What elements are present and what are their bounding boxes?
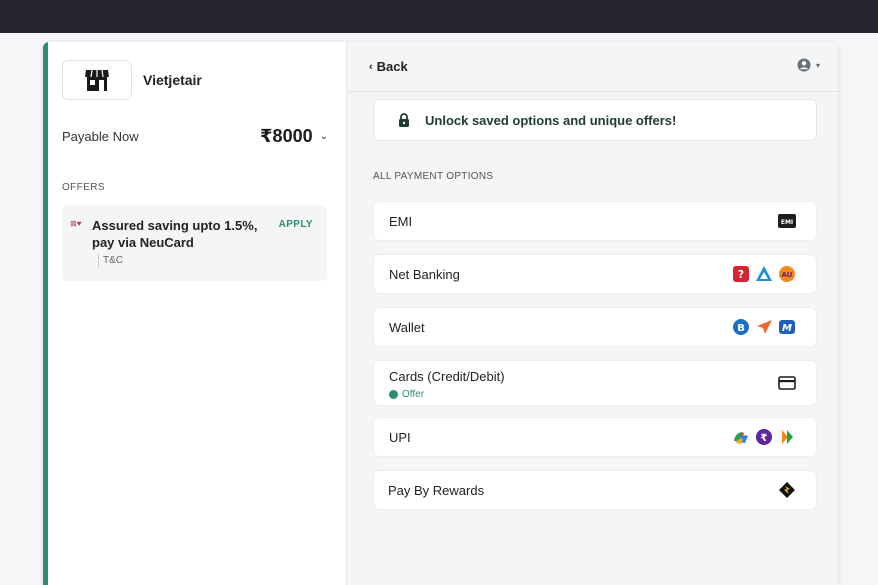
offer-dot-icon (389, 390, 398, 399)
option-icons (778, 481, 796, 499)
payable-amount[interactable]: ₹8000 ⌄ (260, 126, 328, 147)
offer-terms-link[interactable]: T&C (98, 254, 123, 268)
option-icons: EMI (778, 214, 796, 228)
chevron-down-icon: ▾ (815, 60, 820, 70)
wallet-arrow-icon (757, 320, 772, 334)
unlock-offers-banner[interactable]: Unlock saved options and unique offers! (373, 99, 817, 141)
offer-text: Assured saving upto 1.5%, pay via NeuCar… (92, 218, 258, 250)
upi-bhim-icon (782, 430, 793, 444)
user-circle-icon (797, 58, 811, 72)
svg-text:₹: ₹ (761, 433, 768, 444)
offer-card: ⊠♥ Assured saving upto 1.5%, pay via Neu… (62, 205, 327, 281)
option-label: Cards (Credit/Debit) (389, 369, 505, 384)
option-label: UPI (389, 430, 411, 445)
back-label: Back (376, 59, 408, 74)
chevron-down-icon[interactable]: ⌄ (320, 131, 328, 142)
storefront-icon (62, 60, 132, 100)
chevron-left-icon: ‹ (369, 60, 373, 73)
svg-text:AU: AU (782, 271, 793, 279)
upi-phonepe-icon: ₹ (756, 429, 772, 445)
payable-row[interactable]: Payable Now ₹8000 ⌄ (62, 126, 328, 147)
emi-icon: EMI (778, 214, 796, 228)
option-label: Net Banking (389, 267, 460, 282)
payment-option-rewards[interactable]: Pay By Rewards (373, 470, 817, 510)
back-button[interactable]: ‹ Back (369, 59, 408, 74)
option-label: Pay By Rewards (388, 483, 485, 498)
offer-tag-icon: ⊠♥ (70, 219, 82, 228)
payment-option-net-banking[interactable]: Net Banking ? AU (373, 254, 817, 294)
payment-options-panel: ‹ Back ▾ Unlock saved options and unique… (347, 42, 838, 585)
apply-offer-button[interactable]: APPLY (279, 219, 313, 230)
svg-text:EMI: EMI (781, 219, 793, 226)
header-divider (347, 91, 838, 92)
payment-options-heading: ALL PAYMENT OPTIONS (373, 171, 494, 182)
svg-text:M: M (782, 323, 792, 334)
rewards-icon (779, 482, 795, 498)
option-icons: ₹ (732, 428, 796, 446)
payment-option-wallet[interactable]: Wallet B M (373, 307, 817, 347)
payment-option-cards[interactable]: Cards (Credit/Debit) Offer (373, 360, 817, 406)
bank-red-icon: ? (733, 266, 749, 282)
wallet-m-icon: M (779, 320, 795, 334)
merchant-info: Vietjetair (62, 60, 202, 100)
checkout-modal: Vietjetair Payable Now ₹8000 ⌄ OFFERS ⊠♥… (43, 42, 838, 585)
au-bank-icon: AU (779, 266, 795, 282)
order-summary-panel: Vietjetair Payable Now ₹8000 ⌄ OFFERS ⊠♥… (43, 42, 347, 585)
account-menu[interactable]: ▾ (797, 58, 820, 72)
payment-option-emi[interactable]: EMI EMI (373, 201, 817, 241)
offer-badge: Offer (389, 389, 424, 400)
card-icon (778, 376, 796, 390)
unlock-text: Unlock saved options and unique offers! (425, 112, 677, 128)
option-label: Wallet (389, 320, 425, 335)
payment-option-upi[interactable]: UPI ₹ (373, 417, 817, 457)
lock-icon (398, 113, 410, 127)
svg-text:?: ? (738, 268, 744, 281)
payable-amount-value: ₹8000 (260, 126, 313, 146)
bank-blue-icon (756, 266, 772, 281)
merchant-name: Vietjetair (143, 72, 202, 88)
offers-heading: OFFERS (62, 182, 105, 193)
wallet-b-icon: B (733, 319, 749, 335)
offer-badge-label: Offer (402, 389, 425, 400)
svg-text:B: B (737, 323, 745, 334)
option-icons: B M (732, 318, 796, 336)
browser-top-bar (0, 0, 878, 33)
option-icons: ? AU (732, 265, 796, 283)
upi-gpay-icon (734, 432, 748, 444)
payable-label: Payable Now (62, 129, 139, 144)
option-label: EMI (389, 214, 413, 229)
option-icons (778, 376, 796, 390)
